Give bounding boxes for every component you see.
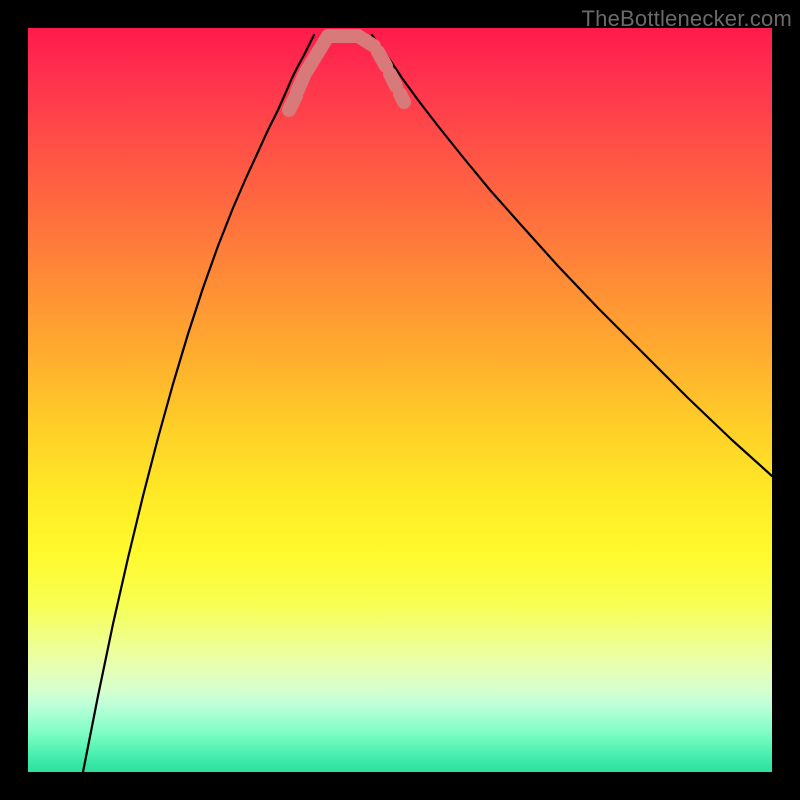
marker-segment (297, 76, 304, 92)
right-curve (372, 35, 772, 476)
marker-layer (289, 36, 404, 110)
curve-layer (83, 35, 772, 772)
chart-frame: TheBottlenecker.com (0, 0, 800, 800)
plot-area (28, 28, 772, 772)
chart-svg (28, 28, 772, 772)
marker-segment (378, 52, 386, 66)
left-curve (83, 35, 314, 772)
marker-segment (400, 94, 404, 102)
marker-segment (358, 36, 374, 46)
marker-segment (390, 74, 396, 86)
watermark-text: TheBottlenecker.com (582, 6, 792, 32)
